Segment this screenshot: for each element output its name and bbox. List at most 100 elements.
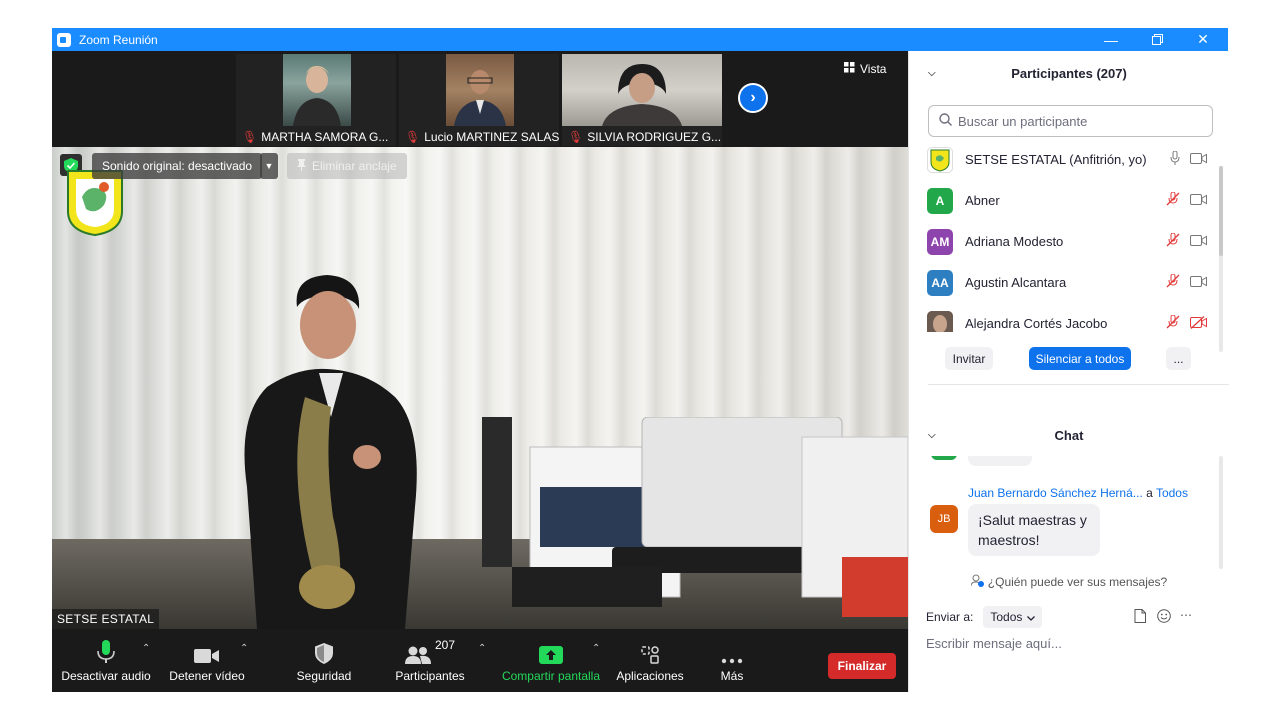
who-can-see-label: ¿Quién puede ver sus mensajes? — [987, 575, 1168, 589]
send-to-label: Enviar a: — [926, 610, 974, 624]
minimize-icon[interactable]: — — [1088, 28, 1134, 51]
view-label: Vista — [860, 62, 887, 76]
mute-button[interactable]: Desactivar audio — [61, 629, 151, 692]
stop-video-button[interactable]: Detener vídeo — [168, 629, 246, 692]
apps-button[interactable]: Aplicaciones — [614, 629, 686, 692]
chat-title: Chat — [1054, 427, 1084, 443]
participants-scrollbar[interactable] — [1219, 166, 1223, 352]
share-options-caret[interactable]: ⌃ — [592, 643, 600, 654]
thumbnail-name-text: MARTHA SAMORA G... — [261, 130, 389, 144]
who-can-see-link[interactable]: ¿Quién puede ver sus mensajes? — [909, 571, 1229, 593]
mic-muted-icon[interactable] — [1166, 273, 1180, 291]
participant-row[interactable]: A Abner — [927, 180, 1217, 221]
participant-controls — [1166, 191, 1207, 209]
participant-controls — [1166, 273, 1207, 291]
video-camera-icon[interactable] — [1190, 193, 1207, 208]
thumbnail-name: 🎙︎ Lucio MARTINEZ SALAS — [405, 130, 559, 144]
scrollbar-thumb[interactable] — [1219, 166, 1223, 256]
more-options-button[interactable]: ... — [1166, 347, 1191, 370]
file-icon[interactable] — [1134, 609, 1146, 626]
chat-message-input[interactable]: Escribir mensaje aquí... — [926, 636, 1216, 656]
zoom-window: Zoom Reunión — ✕ 🎙︎ MARTHA SAMORA G... 🎙︎… — [52, 28, 1229, 692]
mic-muted-icon[interactable] — [1166, 314, 1180, 332]
participant-controls — [1166, 314, 1207, 332]
end-meeting-button[interactable]: Finalizar — [828, 653, 896, 679]
title-bar: Zoom Reunión — ✕ — [52, 28, 1228, 51]
chevron-down-icon: ▼ — [264, 161, 274, 171]
original-sound-dropdown[interactable]: ▼ — [260, 153, 278, 179]
side-panel: ⌵ Participantes (207) Buscar un particip… — [908, 51, 1229, 692]
next-page-button[interactable]: › — [738, 83, 768, 113]
participant-list: SETSE ESTATAL (Anfitrión, yo) A Abner AM… — [909, 139, 1219, 332]
mic-muted-icon: 🎙︎ — [242, 130, 258, 144]
participants-button[interactable]: 207 Participantes — [390, 629, 470, 692]
more-dots-icon[interactable]: ⋯ — [1180, 608, 1192, 622]
gallery-strip: 🎙︎ MARTHA SAMORA G... 🎙︎ Lucio MARTINEZ SA… — [52, 51, 908, 147]
participants-options-caret[interactable]: ⌃ — [478, 643, 486, 654]
previous-message-bubble — [968, 456, 1032, 466]
sender-name[interactable]: Juan Bernardo Sánchez Herná... — [968, 486, 1143, 500]
mute-all-button[interactable]: Silenciar a todos — [1029, 347, 1131, 370]
apps-label: Aplicaciones — [616, 669, 684, 683]
video-off-icon[interactable] — [1190, 315, 1207, 332]
video-options-caret[interactable]: ⌃ — [240, 643, 248, 654]
mic-muted-icon: 🎙︎ — [568, 130, 584, 144]
video-camera-icon[interactable] — [1190, 234, 1207, 249]
chat-scrollbar[interactable] — [1219, 456, 1223, 569]
thumbnail-name: 🎙︎ MARTHA SAMORA G... — [242, 130, 388, 144]
pin-icon — [297, 158, 306, 174]
security-button[interactable]: Seguridad — [288, 629, 360, 692]
more-label: Más — [720, 669, 744, 683]
search-icon — [939, 113, 952, 129]
chevron-down-icon — [1027, 610, 1036, 624]
participant-row[interactable]: Alejandra Cortés Jacobo — [927, 303, 1217, 332]
microphone-icon[interactable] — [1170, 150, 1180, 168]
emoji-icon[interactable] — [1157, 609, 1171, 626]
previous-avatar — [931, 456, 957, 460]
more-button[interactable]: Más — [702, 629, 762, 692]
participant-video — [283, 54, 351, 126]
participant-search-input[interactable]: Buscar un participante — [928, 105, 1213, 137]
stop-video-label: Detener vídeo — [169, 669, 245, 683]
view-button[interactable]: Vista — [844, 62, 886, 76]
mic-muted-icon[interactable] — [1166, 191, 1180, 209]
meeting-toolbar: Desactivar audio ⌃ Detener vídeo ⌃ Segur… — [52, 629, 908, 692]
stage-props — [482, 417, 908, 617]
share-screen-button[interactable]: Compartir pantalla — [500, 629, 602, 692]
zoom-app-icon — [57, 32, 71, 47]
video-camera-icon[interactable] — [1190, 152, 1207, 167]
chevron-down-icon[interactable]: ⌵ — [928, 430, 936, 441]
mic-muted-icon[interactable] — [1166, 232, 1180, 250]
share-screen-icon — [539, 638, 563, 664]
close-icon[interactable]: ✕ — [1180, 28, 1226, 51]
invite-button[interactable]: Invitar — [945, 347, 993, 370]
recipient-dropdown[interactable]: Todos — [983, 606, 1043, 628]
participant-thumbnail[interactable]: 🎙︎ SILVIA RODRIGUEZ G... — [562, 54, 722, 146]
meeting-stage: 🎙︎ MARTHA SAMORA G... 🎙︎ Lucio MARTINEZ SA… — [52, 51, 908, 692]
message-bubble: ¡Salut maestras y maestros! — [968, 504, 1100, 556]
remove-pin-button[interactable]: Eliminar anclaje — [287, 153, 407, 179]
original-sound-toggle[interactable]: Sonido original: desactivado — [92, 153, 263, 179]
chevron-down-icon[interactable]: ⌵ — [928, 68, 936, 79]
participant-video — [562, 54, 722, 126]
participant-thumbnail[interactable]: 🎙︎ MARTHA SAMORA G... — [236, 54, 396, 146]
participant-row[interactable]: AM Adriana Modesto — [927, 221, 1217, 262]
participant-avatar: AM — [927, 228, 953, 255]
participant-row[interactable]: SETSE ESTATAL (Anfitrión, yo) — [927, 139, 1217, 180]
participant-thumbnail[interactable]: 🎙︎ Lucio MARTINEZ SALAS — [399, 54, 559, 146]
chat-header: ⌵ Chat — [909, 416, 1229, 454]
microphone-icon — [97, 638, 115, 664]
participant-photo-avatar — [927, 310, 953, 332]
main-video: Sonido original: desactivado ▼ Eliminar … — [52, 147, 908, 629]
participant-controls — [1170, 150, 1207, 168]
participant-avatar: A — [927, 187, 953, 214]
recipient-name: Todos — [1155, 486, 1188, 500]
original-sound-label: Sonido original: desactivado — [102, 159, 253, 173]
restore-icon[interactable] — [1134, 28, 1180, 51]
video-camera-icon[interactable] — [1190, 275, 1207, 290]
participant-row[interactable]: AA Agustin Alcantara — [927, 262, 1217, 303]
audio-options-caret[interactable]: ⌃ — [142, 643, 150, 654]
window-title: Zoom Reunión — [79, 32, 158, 47]
people-icon — [404, 646, 431, 664]
participants-header: ⌵ Participantes (207) — [909, 51, 1229, 95]
